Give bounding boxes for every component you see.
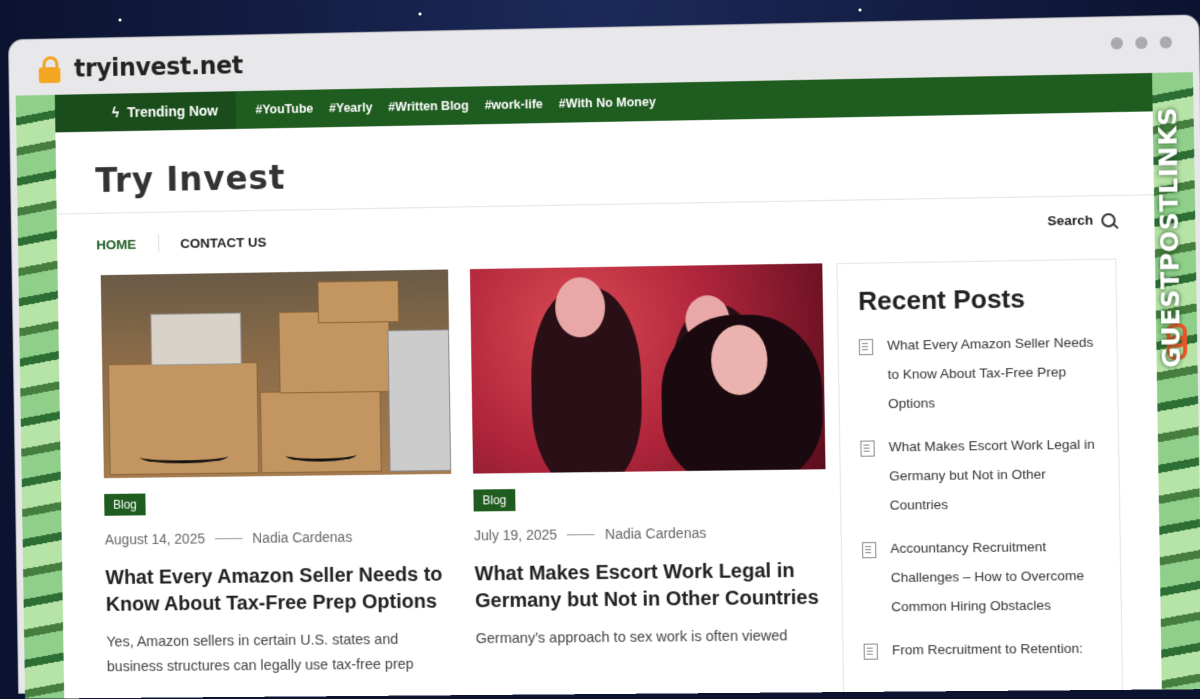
site-logo[interactable]: Try Invest bbox=[95, 158, 286, 200]
document-icon bbox=[863, 643, 878, 660]
post-card: Blog July 19, 2025 Nadia Cardenas What M… bbox=[469, 263, 828, 652]
window-controls bbox=[1110, 36, 1173, 50]
page-viewport: GUESTPOSTLINKS ϟ Trending Now #YouTube #… bbox=[15, 72, 1200, 699]
recent-post-item[interactable]: Accountancy Recruitment Challenges – How… bbox=[861, 531, 1101, 621]
trending-tag[interactable]: #With No Money bbox=[559, 95, 656, 111]
search-label: Search bbox=[1047, 212, 1094, 229]
watermark: GUESTPOSTLINKS bbox=[1150, 74, 1194, 398]
post-thumbnail[interactable] bbox=[469, 263, 826, 474]
document-icon bbox=[858, 338, 874, 356]
nav-divider bbox=[157, 234, 159, 253]
lock-icon bbox=[38, 56, 61, 84]
nav-item-contact[interactable]: CONTACT US bbox=[180, 234, 266, 250]
window-dot-icon[interactable] bbox=[1135, 36, 1148, 50]
nav-item-home[interactable]: HOME bbox=[96, 236, 136, 252]
category-badge[interactable]: Blog bbox=[104, 493, 146, 516]
recent-post-link[interactable]: What Every Amazon Seller Needs to Know A… bbox=[887, 328, 1097, 419]
trending-tag[interactable]: #Written Blog bbox=[388, 99, 469, 115]
post-date[interactable]: July 19, 2025 bbox=[474, 527, 557, 544]
post-excerpt: Yes, Amazon sellers in certain U.S. stat… bbox=[106, 631, 414, 676]
trending-label: ϟ Trending Now bbox=[54, 91, 237, 133]
recent-post-item[interactable]: What Every Amazon Seller Needs to Know A… bbox=[858, 328, 1098, 419]
recent-post-item[interactable]: What Makes Escort Work Legal in Germany … bbox=[860, 430, 1099, 521]
window-dot-icon[interactable] bbox=[1159, 36, 1173, 49]
post-author[interactable]: Nadia Cardenas bbox=[605, 525, 707, 542]
search-button[interactable]: Search bbox=[1047, 212, 1116, 229]
search-icon bbox=[1101, 212, 1116, 227]
watermark-text: GUESTPOSTLINKS bbox=[1152, 106, 1187, 369]
post-title[interactable]: What Every Amazon Seller Needs to Know A… bbox=[105, 562, 453, 619]
post-excerpt: Germany’s approach to sex work is often … bbox=[475, 628, 788, 648]
browser-chrome: tryinvest.net GUESTPOSTLINKS ϟ Trending … bbox=[9, 15, 1200, 699]
url-text[interactable]: tryinvest.net bbox=[74, 51, 243, 82]
recent-post-link[interactable]: Accountancy Recruitment Challenges – How… bbox=[890, 531, 1100, 621]
recent-posts-widget: Recent Posts What Every Amazon Seller Ne… bbox=[836, 258, 1124, 696]
document-icon bbox=[861, 542, 877, 559]
post-card: Blog August 14, 2025 Nadia Cardenas What… bbox=[100, 269, 455, 680]
bolt-icon: ϟ bbox=[111, 104, 120, 121]
recent-post-link[interactable]: From Recruitment to Retention: bbox=[892, 634, 1083, 665]
browser-window: tryinvest.net GUESTPOSTLINKS ϟ Trending … bbox=[3, 0, 1200, 699]
recent-post-link[interactable]: What Makes Escort Work Legal in Germany … bbox=[889, 430, 1099, 520]
widget-title: Recent Posts bbox=[857, 283, 1026, 317]
post-date[interactable]: August 14, 2025 bbox=[105, 531, 205, 548]
document-icon bbox=[860, 440, 875, 457]
window-dot-icon[interactable] bbox=[1110, 37, 1124, 50]
meta-divider bbox=[214, 537, 243, 539]
post-title[interactable]: What Makes Escort Work Legal in Germany … bbox=[474, 558, 827, 616]
main-content: Blog August 14, 2025 Nadia Cardenas What… bbox=[58, 258, 1162, 696]
post-meta: August 14, 2025 Nadia Cardenas bbox=[105, 528, 453, 548]
trending-tag[interactable]: #Yearly bbox=[329, 100, 373, 115]
post-author[interactable]: Nadia Cardenas bbox=[252, 529, 352, 546]
post-thumbnail[interactable] bbox=[100, 269, 452, 479]
trending-tags: #YouTube #Yearly #Written Blog #work-lif… bbox=[255, 95, 656, 117]
meta-divider bbox=[567, 533, 595, 535]
recent-post-item[interactable]: From Recruitment to Retention: bbox=[863, 633, 1101, 664]
post-meta: July 19, 2025 Nadia Cardenas bbox=[474, 523, 827, 544]
trending-text: Trending Now bbox=[126, 102, 219, 121]
trending-tag[interactable]: #work-life bbox=[485, 97, 543, 112]
category-badge[interactable]: Blog bbox=[473, 489, 516, 512]
trending-tag[interactable]: #YouTube bbox=[255, 102, 313, 117]
website: ϟ Trending Now #YouTube #Yearly #Written… bbox=[54, 72, 1162, 699]
